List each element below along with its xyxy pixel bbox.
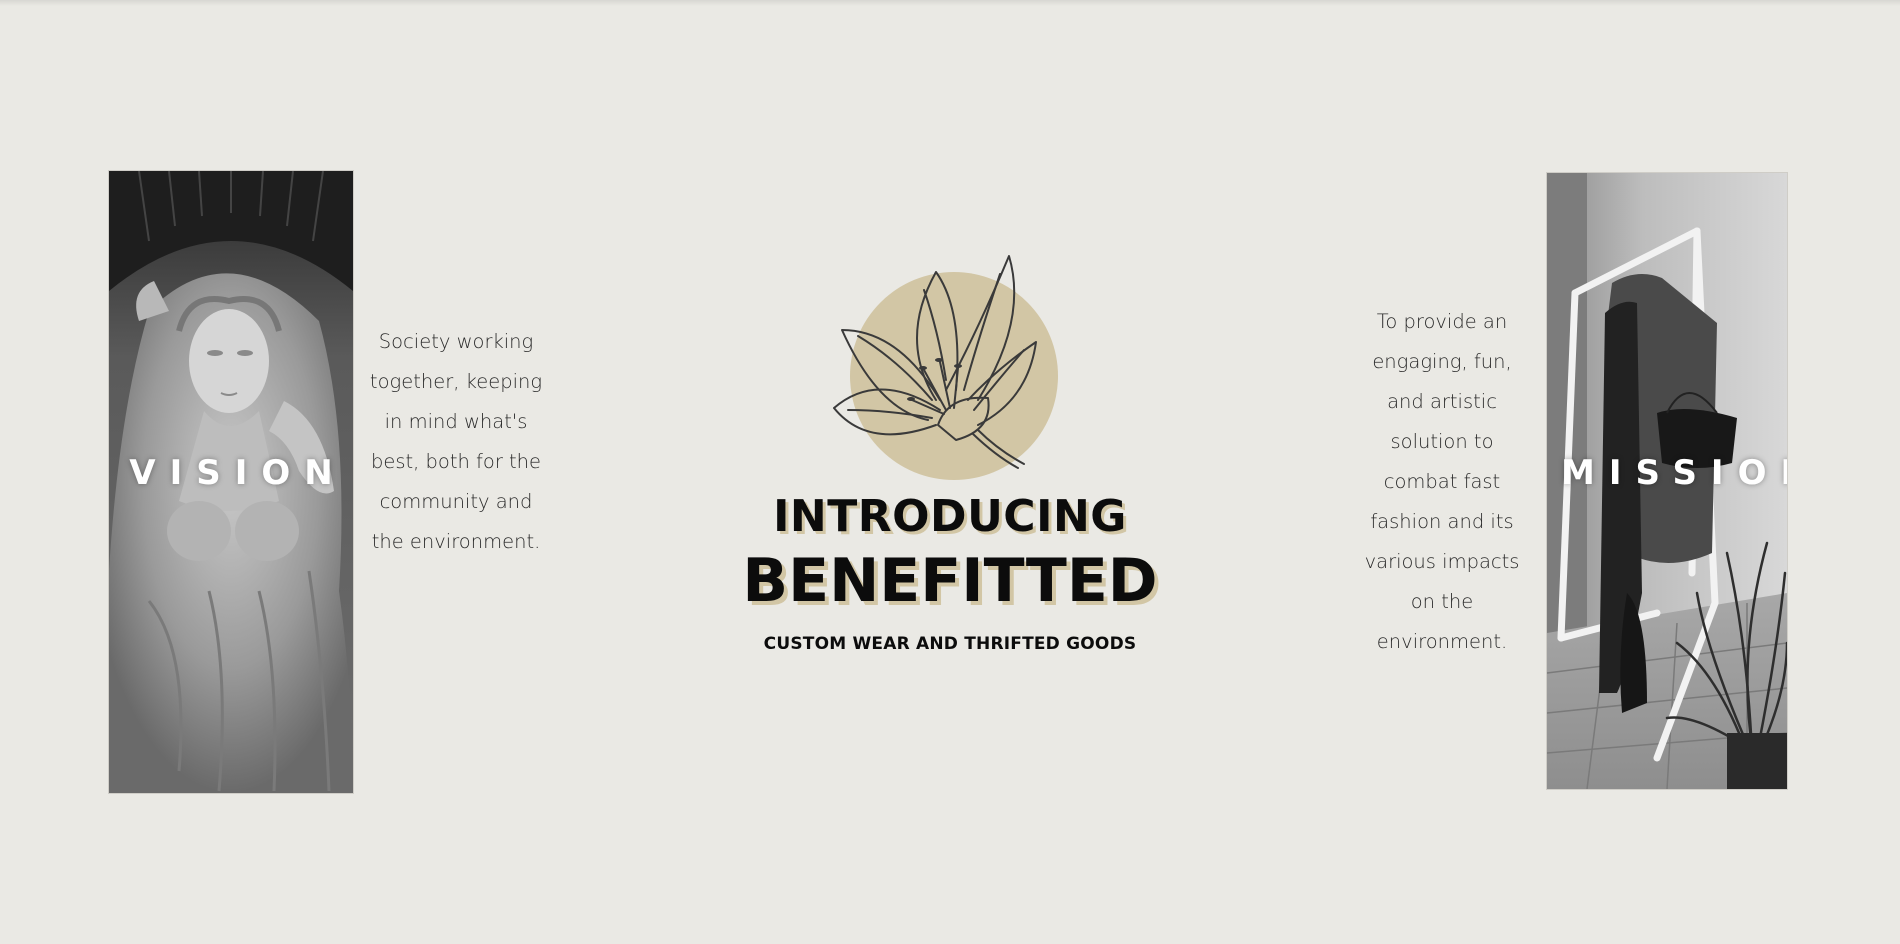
lily-flower-icon bbox=[828, 250, 1068, 480]
top-shadow bbox=[0, 0, 1900, 6]
intro-heading: INTRODUCING bbox=[773, 491, 1127, 542]
brand-title: BENEFITTED bbox=[742, 546, 1158, 616]
vision-label: VISION bbox=[129, 453, 347, 493]
mission-label: MISSION bbox=[1561, 453, 1787, 493]
tagline: CUSTOM WEAR AND THRIFTED GOODS bbox=[763, 634, 1137, 654]
vision-description: Society working together, keeping in min… bbox=[369, 330, 543, 553]
vision-image-panel: VISION bbox=[108, 170, 354, 794]
mission-image-panel: MISSION bbox=[1546, 172, 1788, 790]
page: VISION Society working together, keeping… bbox=[0, 0, 1900, 944]
mission-description: To provide an engaging, fun, and artisti… bbox=[1364, 310, 1520, 653]
